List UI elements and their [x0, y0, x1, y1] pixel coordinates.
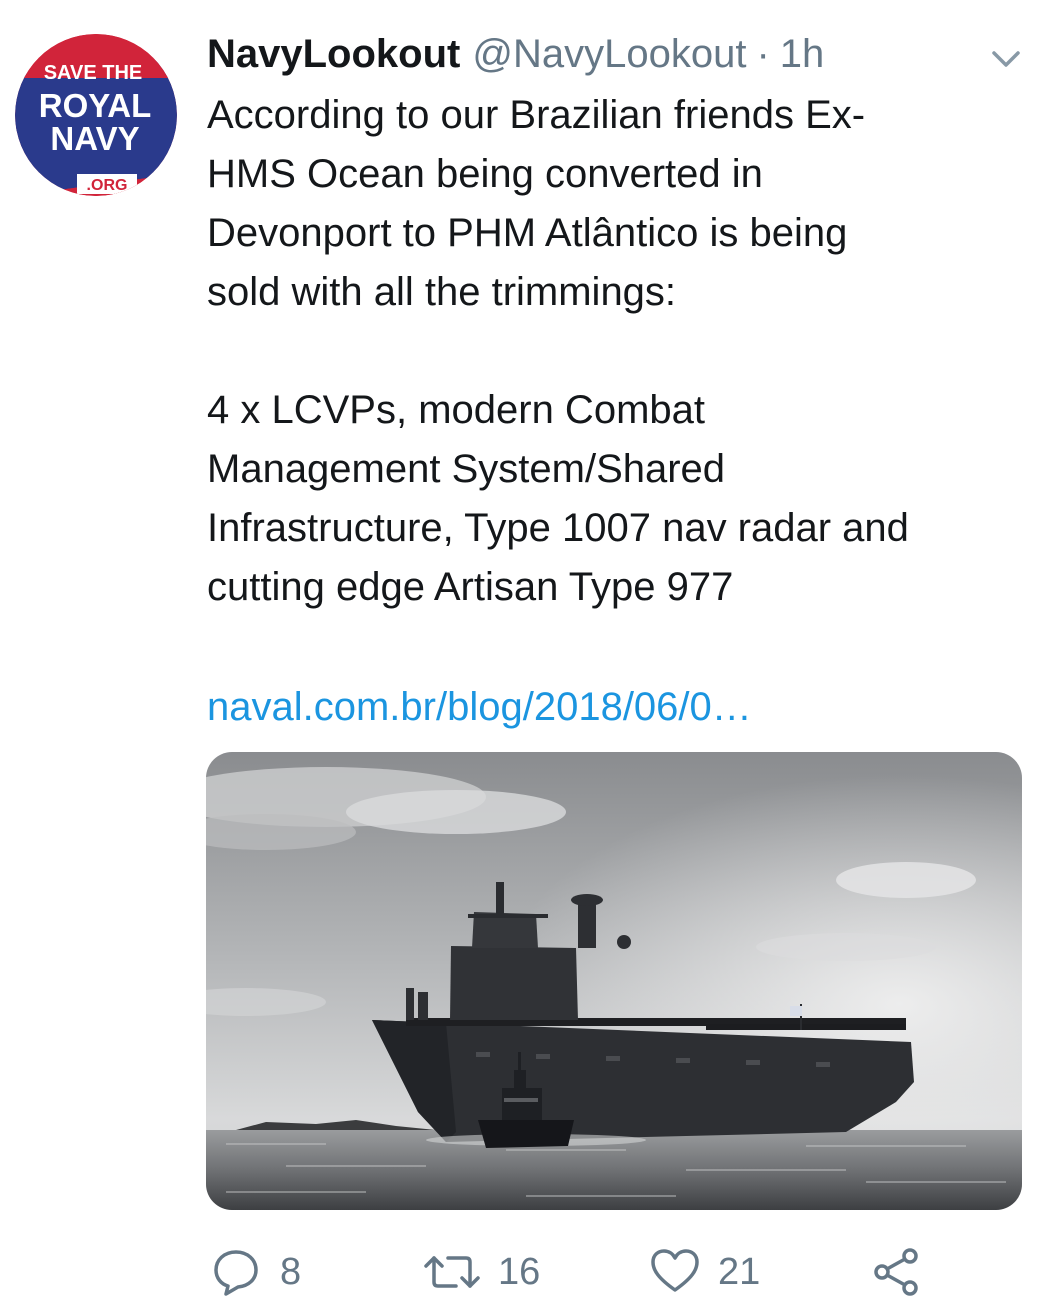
heart-icon: [651, 1249, 699, 1292]
chevron-down-icon[interactable]: [986, 44, 1026, 74]
logo-line1: SAVE THE: [44, 62, 143, 84]
share-button[interactable]: [870, 1242, 922, 1302]
reply-button[interactable]: 8: [208, 1242, 301, 1302]
tweet-actions: 8 16 21: [206, 1242, 966, 1302]
logo-line2: ROYAL: [39, 87, 151, 124]
tweet-header: NavyLookout @NavyLookout · 1h: [207, 28, 824, 80]
like-button[interactable]: 21: [648, 1242, 760, 1302]
reply-icon: [214, 1250, 258, 1296]
ship-photo-icon: [206, 752, 1022, 1210]
timestamp[interactable]: 1h: [780, 28, 825, 80]
reply-count: 8: [280, 1250, 302, 1293]
logo-line4: .ORG: [87, 177, 128, 194]
tweet-media-image[interactable]: [206, 752, 1022, 1210]
save-the-royal-navy-logo: SAVE THE ROYAL NAVY .ORG: [15, 34, 177, 196]
tweet-link[interactable]: naval.com.br/blog/2018/06/0…: [207, 678, 752, 737]
logo-line3: NAVY: [50, 120, 139, 157]
display-name[interactable]: NavyLookout: [207, 28, 460, 80]
separator-dot: ·: [756, 32, 770, 76]
retweet-icon: [424, 1256, 480, 1288]
avatar[interactable]: SAVE THE ROYAL NAVY .ORG: [15, 34, 177, 196]
user-handle[interactable]: @NavyLookout: [472, 28, 746, 80]
retweet-button[interactable]: 16: [422, 1242, 540, 1302]
like-count: 21: [718, 1250, 761, 1293]
tweet-text: According to our Brazilian friends Ex- H…: [207, 93, 909, 609]
retweet-count: 16: [498, 1250, 541, 1293]
tweet: SAVE THE ROYAL NAVY .ORG NavyLookout @Na…: [0, 0, 1050, 1306]
share-icon: [874, 1248, 918, 1296]
